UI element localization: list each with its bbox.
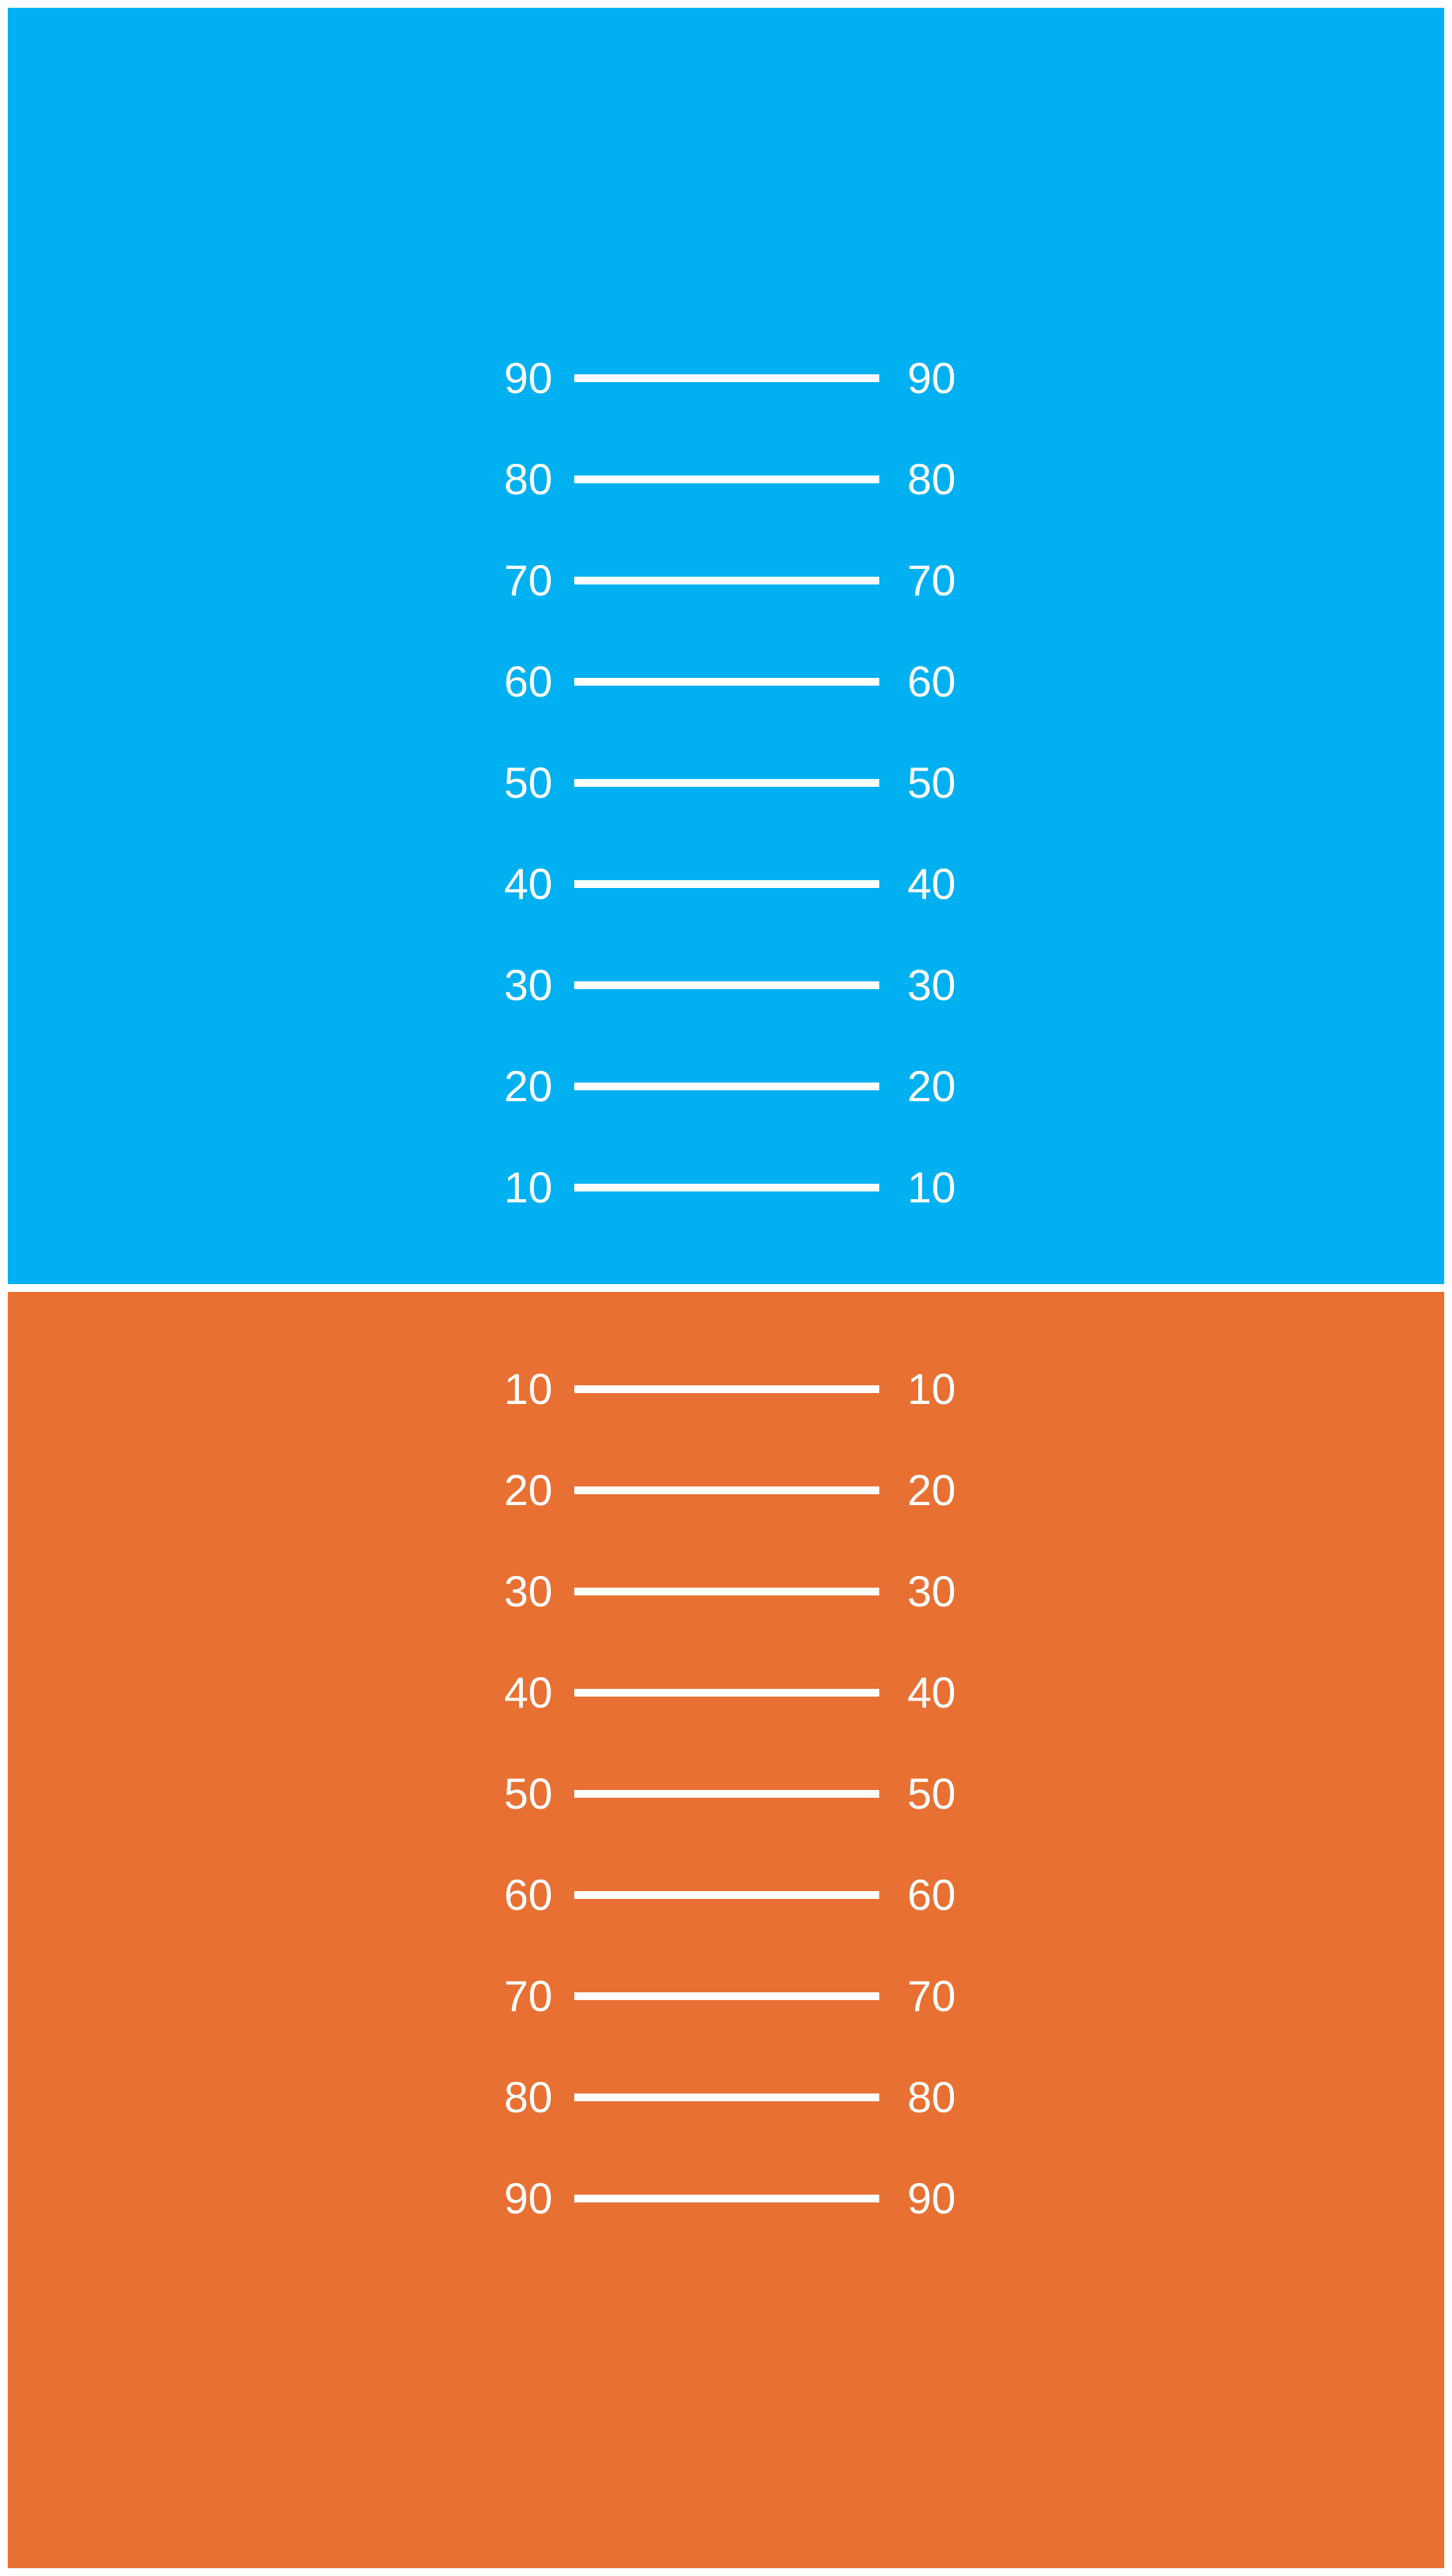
ground-rung-line	[574, 1486, 879, 1494]
ground-rung-left-label: 40	[503, 1668, 552, 1717]
ground-rung-right-label: 60	[907, 1870, 956, 1919]
ground-rung-right-label: 30	[907, 1567, 956, 1616]
sky-rung-right-label: 60	[907, 657, 956, 706]
ground-rung-line	[574, 1588, 879, 1595]
sky-rung-line	[574, 374, 879, 382]
sky-rung-left-label: 10	[503, 1163, 552, 1212]
sky-panel: 90 90 80 80 70 70 60 60 50 50 40 40 30 30 20 20 10 10	[8, 8, 1444, 1284]
sky-rung-right-label: 50	[907, 758, 956, 807]
ground-rung-right-label: 70	[907, 1971, 956, 2020]
sky-rung-left-label: 30	[503, 960, 552, 1009]
ground-rung-right-label: 20	[907, 1465, 956, 1514]
sky-rung-line	[574, 981, 879, 989]
ground-pitch-ladder: 10 10 20 20 30 30 40 40 50 50 60 60 70 70 80 80 90 90	[8, 1292, 1444, 2568]
ground-rung-line	[574, 1992, 879, 2000]
ground-rung-right-label: 50	[907, 1769, 956, 1818]
ground-rung-left-label: 10	[503, 1364, 552, 1413]
ground-rung-right-label: 40	[907, 1668, 956, 1717]
sky-rung-line	[574, 880, 879, 888]
sky-rung-left-label: 80	[503, 454, 552, 504]
sky-rung-right-label: 30	[907, 960, 956, 1009]
ground-rung-right-label: 80	[907, 2072, 956, 2122]
sky-rung-right-label: 20	[907, 1062, 956, 1111]
ground-rung-left-label: 50	[503, 1769, 552, 1818]
sky-rung-line	[574, 1083, 879, 1090]
ground-rung-left-label: 30	[503, 1567, 552, 1616]
sky-rung-line	[574, 476, 879, 483]
ground-rung-left-label: 70	[503, 1971, 552, 2020]
sky-rung-left-label: 50	[503, 758, 552, 807]
sky-rung-right-label: 80	[907, 454, 956, 504]
ground-rung-right-label: 90	[907, 2174, 956, 2223]
ground-rung-line	[574, 2093, 879, 2101]
sky-rung-left-label: 60	[503, 657, 552, 706]
sky-rung-left-label: 20	[503, 1062, 552, 1111]
ground-panel: 10 10 20 20 30 30 40 40 50 50 60 60 70 70 80 80 90 90	[8, 1292, 1444, 2568]
sky-rung-right-label: 40	[907, 859, 956, 908]
sky-rung-left-label: 70	[503, 556, 552, 605]
ground-rung-line	[574, 1891, 879, 1899]
ground-rung-left-label: 20	[503, 1465, 552, 1514]
sky-rung-right-label: 70	[907, 556, 956, 605]
sky-rung-line	[574, 779, 879, 787]
ground-rung-left-label: 60	[503, 1870, 552, 1919]
ground-rung-left-label: 90	[503, 2174, 552, 2223]
ground-rung-left-label: 80	[503, 2072, 552, 2122]
sky-rung-right-label: 90	[907, 353, 956, 402]
ground-rung-line	[574, 1689, 879, 1697]
ground-rung-line	[574, 2195, 879, 2202]
ground-rung-line	[574, 1385, 879, 1393]
sky-rung-left-label: 90	[503, 353, 552, 402]
sky-rung-line	[574, 577, 879, 584]
ground-rung-right-label: 10	[907, 1364, 956, 1413]
sky-rung-left-label: 40	[503, 859, 552, 908]
sky-rung-line	[574, 1184, 879, 1191]
sky-pitch-ladder: 90 90 80 80 70 70 60 60 50 50 40 40 30 30 20 20 10 10	[8, 8, 1444, 1284]
ground-rung-line	[574, 1790, 879, 1798]
sky-rung-line	[574, 678, 879, 686]
sky-rung-right-label: 10	[907, 1163, 956, 1212]
